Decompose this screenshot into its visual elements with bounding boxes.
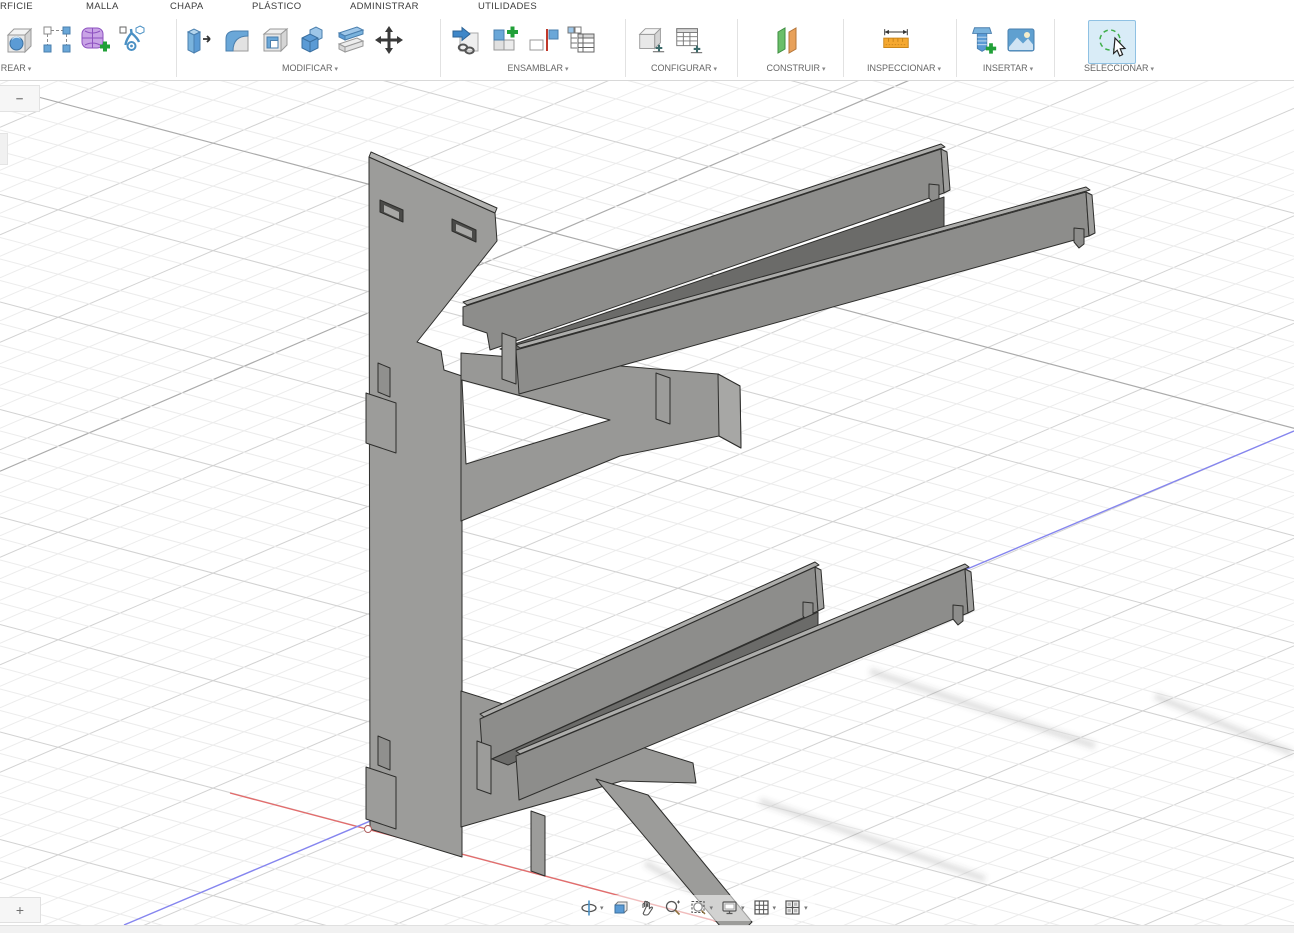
chevron-down-icon: ▾ [27, 66, 32, 73]
group-label-ensamblar[interactable]: ENSAMBLAR ▾ [498, 63, 578, 73]
tab-utilidades[interactable]: UTILIDADES [478, 1, 537, 12]
tab-superficie[interactable]: RFICIE [0, 1, 33, 12]
chevron-down-icon: ▾ [937, 66, 942, 73]
group-label-seleccionar[interactable]: SELECCIONAR ▾ [1072, 63, 1166, 73]
tab-administrar[interactable]: ADMINISTRAR [350, 1, 419, 12]
chevron-down-icon: ▾ [741, 905, 745, 912]
chevron-down-icon: ▾ [713, 66, 717, 73]
group-configurar: CONFIGURAR ▾ [632, 15, 738, 79]
generative-design-icon[interactable] [114, 20, 152, 60]
configuration-icon[interactable] [632, 20, 670, 60]
timeline-bar[interactable] [0, 925, 1294, 933]
measure-icon[interactable] [877, 20, 915, 60]
group-label-insertar[interactable]: INSERTAR ▾ [968, 63, 1048, 73]
create-sketch-icon[interactable] [38, 20, 76, 60]
upper-arm-endcap [717, 373, 742, 449]
chevron-down-icon: ▾ [804, 905, 808, 912]
group-label-inspeccionar[interactable]: INSPECCIONAR ▾ [862, 63, 946, 73]
chevron-down-icon: ▾ [821, 66, 826, 73]
tab-plastico[interactable]: PLÁSTICO [252, 1, 301, 12]
group-modificar: MODIFICAR ▾ [180, 15, 441, 79]
origin-marker [364, 825, 372, 833]
chevron-down-icon: ▾ [772, 905, 777, 912]
viewport-canvas[interactable]: − + ▾ ▾ ▾ ▾ ▾ [0, 81, 1294, 925]
orbit-icon[interactable]: ▾ [577, 897, 607, 919]
browser-collapse-button[interactable]: − [0, 85, 40, 112]
lower-rail-far-top [515, 563, 970, 755]
split-body-icon[interactable] [332, 20, 370, 60]
ribbon-tab-row: RFICIE MALLA CHAPA PLÁSTICO ADMINISTRAR … [0, 0, 1294, 15]
tab-malla[interactable]: MALLA [86, 1, 119, 12]
group-insertar: INSERTAR ▾ [960, 15, 1055, 79]
chevron-down-icon: ▾ [1029, 66, 1034, 73]
fit-icon[interactable]: ▾ [687, 897, 717, 919]
create-form-icon[interactable] [0, 20, 38, 60]
select-icon[interactable] [1088, 20, 1136, 64]
fusion360-window: RFICIE MALLA CHAPA PLÁSTICO ADMINISTRAR … [0, 0, 1294, 933]
fillet-icon[interactable] [218, 20, 256, 60]
chevron-down-icon: ▾ [1150, 66, 1155, 73]
insert-mesh-icon[interactable] [76, 20, 114, 60]
group-seleccionar: SELECCIONAR ▾ [1066, 15, 1176, 79]
tab-chapa[interactable]: CHAPA [170, 1, 204, 12]
insert-canvas-icon[interactable] [1002, 20, 1040, 60]
group-inspeccionar: INSPECCIONAR ▾ [849, 15, 957, 79]
lower-rail-far-hook [952, 604, 964, 626]
viewports-icon[interactable]: ▾ [781, 897, 811, 919]
grid-settings-icon[interactable]: ▾ [750, 897, 780, 919]
pan-icon[interactable] [635, 897, 659, 919]
insert-fastener-icon[interactable] [964, 20, 1002, 60]
combine-icon[interactable] [294, 20, 332, 60]
viewport-scene [0, 81, 1294, 925]
chevron-down-icon: ▾ [565, 66, 569, 73]
new-component-icon[interactable] [486, 20, 524, 60]
group-construir: CONSTRUIR ▾ [748, 15, 844, 79]
group-crear: REAR ▾ [0, 15, 177, 79]
joint-icon[interactable] [524, 20, 562, 60]
chevron-down-icon: ▾ [334, 66, 338, 73]
group-label-configurar[interactable]: CONFIGURAR ▾ [644, 63, 724, 73]
ribbon-toolbar: REAR ▾ MODIFICAR ▾ ENSAMBLAR ▾ CONFIGURA… [0, 15, 1294, 81]
group-ensamblar: ENSAMBLAR ▾ [448, 15, 626, 79]
zoom-icon[interactable] [661, 897, 685, 919]
group-label-construir[interactable]: CONSTRUIR ▾ [756, 63, 836, 73]
insert-derive-icon[interactable] [448, 20, 486, 60]
left-edge-handle[interactable] [0, 133, 8, 165]
navigation-bar: ▾ ▾ ▾ ▾ ▾ [573, 895, 815, 921]
press-pull-icon[interactable] [180, 20, 218, 60]
group-label-modificar[interactable]: MODIFICAR ▾ [270, 63, 350, 73]
look-at-icon[interactable] [609, 897, 633, 919]
shell-icon[interactable] [256, 20, 294, 60]
bom-icon[interactable] [562, 20, 600, 60]
display-settings-icon[interactable]: ▾ [718, 897, 748, 919]
configuration-table-icon[interactable] [670, 20, 708, 60]
chevron-down-icon: ▾ [600, 905, 604, 912]
group-label-crear[interactable]: REAR ▾ [0, 63, 56, 73]
add-document-tab-button[interactable]: + [0, 897, 41, 923]
move-icon[interactable] [370, 20, 408, 60]
construct-plane-icon[interactable] [768, 20, 806, 60]
chevron-down-icon: ▾ [709, 905, 714, 912]
